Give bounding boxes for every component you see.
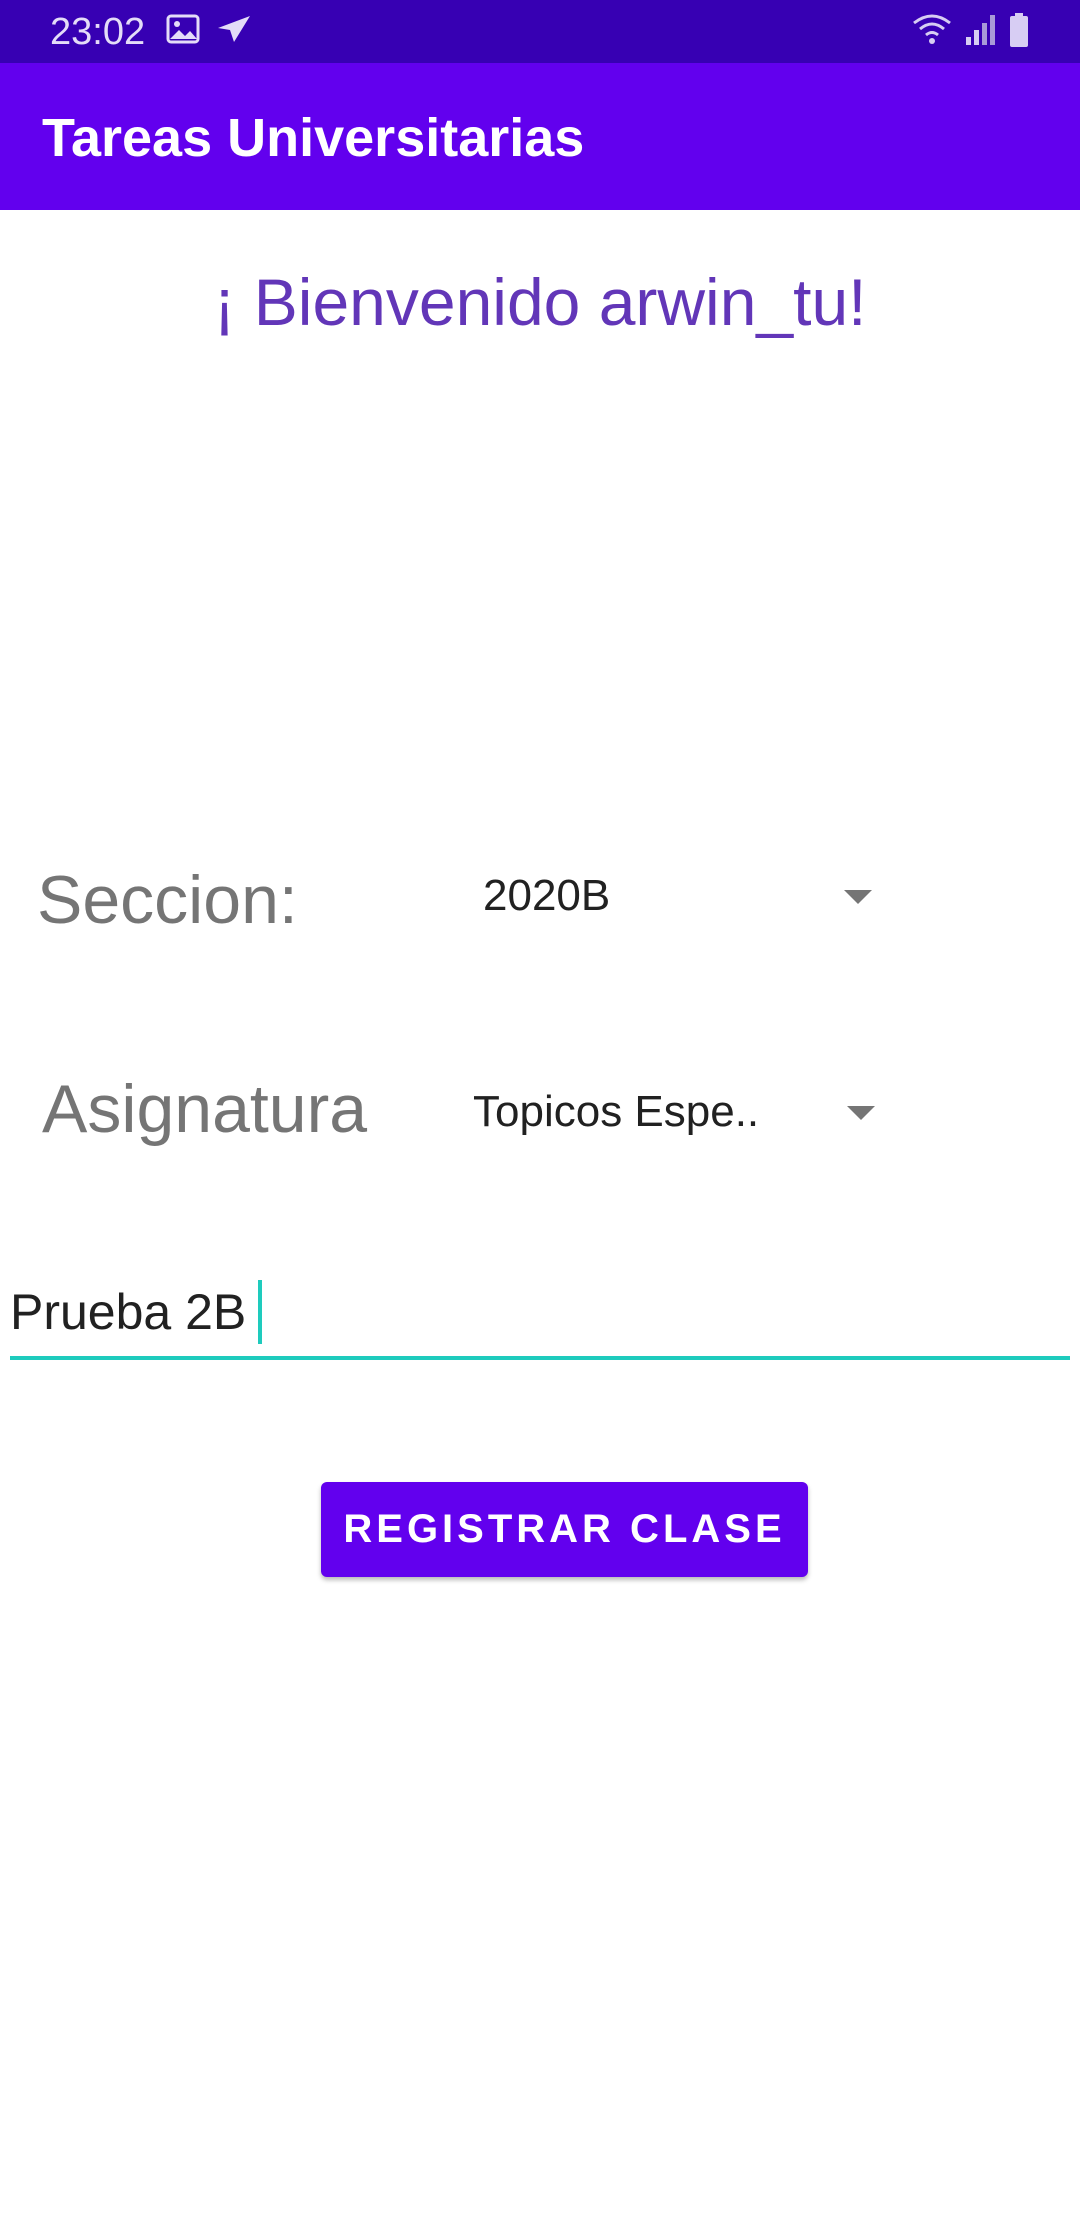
send-icon: [216, 14, 252, 49]
asignatura-selected-value: Topicos Espe..: [473, 1087, 760, 1136]
status-left-icons: [166, 14, 252, 49]
seccion-label: Seccion:: [37, 862, 298, 938]
seccion-selected-value: 2020B: [483, 871, 611, 920]
app-title: Tareas Universitarias: [42, 108, 585, 168]
welcome-message: ¡ Bienvenido arwin_tu!: [213, 265, 867, 339]
text-cursor: [258, 1279, 263, 1344]
register-class-button[interactable]: REGISTRAR CLASE: [321, 1482, 808, 1577]
app-bar: Tareas Universitarias: [0, 63, 1080, 210]
image-icon: [166, 14, 200, 49]
dropdown-arrow-icon: [847, 1106, 875, 1120]
status-right-icons: [912, 12, 1030, 53]
task-name-value: Prueba 2B: [10, 1272, 263, 1352]
dropdown-arrow-icon: [844, 890, 872, 904]
wifi-icon: [912, 13, 952, 52]
asignatura-label: Asignatura: [42, 1071, 368, 1147]
battery-icon: [1008, 12, 1030, 53]
asignatura-spinner[interactable]: Topicos Espe..: [473, 1072, 878, 1152]
status-bar: 23:02: [0, 0, 1080, 63]
task-name-input[interactable]: Prueba 2B: [10, 1270, 1070, 1360]
seccion-spinner[interactable]: 2020B: [483, 856, 875, 936]
signal-icon: [964, 13, 996, 52]
status-time: 23:02: [50, 11, 146, 53]
